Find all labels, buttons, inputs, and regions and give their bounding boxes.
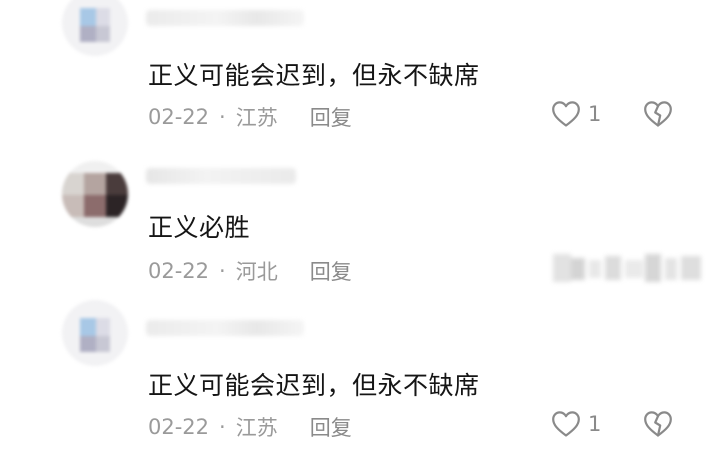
comment-meta: 02-22 · 河北 回复 — [148, 256, 352, 286]
like-button[interactable]: 1 — [551, 410, 601, 438]
comment-meta: 02-22 · 江苏 回复 — [148, 412, 352, 442]
comment-date: 02-22 — [148, 259, 210, 283]
comment-location: 江苏 — [235, 106, 278, 130]
comment-text: 正义可能会迟到，但永不缺席 — [148, 371, 480, 400]
comment-location: 河北 — [235, 260, 278, 284]
avatar[interactable] — [62, 0, 128, 56]
dislike-button[interactable] — [643, 410, 673, 442]
dislike-button[interactable] — [643, 100, 673, 132]
username-redacted[interactable] — [146, 320, 304, 336]
heart-outline-icon — [552, 411, 580, 437]
comment-date: 02-22 — [148, 105, 210, 129]
reactions-redacted — [553, 254, 705, 282]
username-redacted[interactable] — [146, 10, 304, 26]
comment-meta: 02-22 · 江苏 回复 — [148, 102, 352, 132]
reply-button[interactable]: 回复 — [310, 102, 352, 132]
avatar[interactable] — [62, 300, 128, 366]
reply-button[interactable]: 回复 — [310, 412, 352, 442]
comment-item: 正义可能会迟到，但永不缺席 02-22 · 江苏 回复 1 — [0, 0, 727, 150]
like-count: 1 — [588, 102, 602, 126]
heart-outline-icon — [552, 101, 580, 127]
broken-heart-outline-icon — [644, 101, 672, 127]
comment-item: 正义可能会迟到，但永不缺席 02-22 · 江苏 回复 1 — [0, 300, 727, 461]
meta-separator: · — [219, 105, 226, 129]
comment-text: 正义可能会迟到，但永不缺席 — [148, 61, 480, 90]
comment-text: 正义必胜 — [148, 213, 251, 242]
comment-date: 02-22 — [148, 415, 210, 439]
reply-button[interactable]: 回复 — [310, 256, 352, 286]
meta-separator: · — [219, 259, 226, 283]
meta-separator: · — [219, 415, 226, 439]
like-button[interactable]: 1 — [551, 100, 601, 128]
comment-location: 江苏 — [235, 416, 278, 440]
avatar[interactable] — [62, 161, 128, 227]
username-redacted[interactable] — [146, 168, 296, 184]
like-count: 1 — [588, 412, 602, 436]
comment-item: 正义必胜 02-22 · 河北 回复 — [0, 150, 727, 310]
broken-heart-outline-icon — [644, 411, 672, 437]
